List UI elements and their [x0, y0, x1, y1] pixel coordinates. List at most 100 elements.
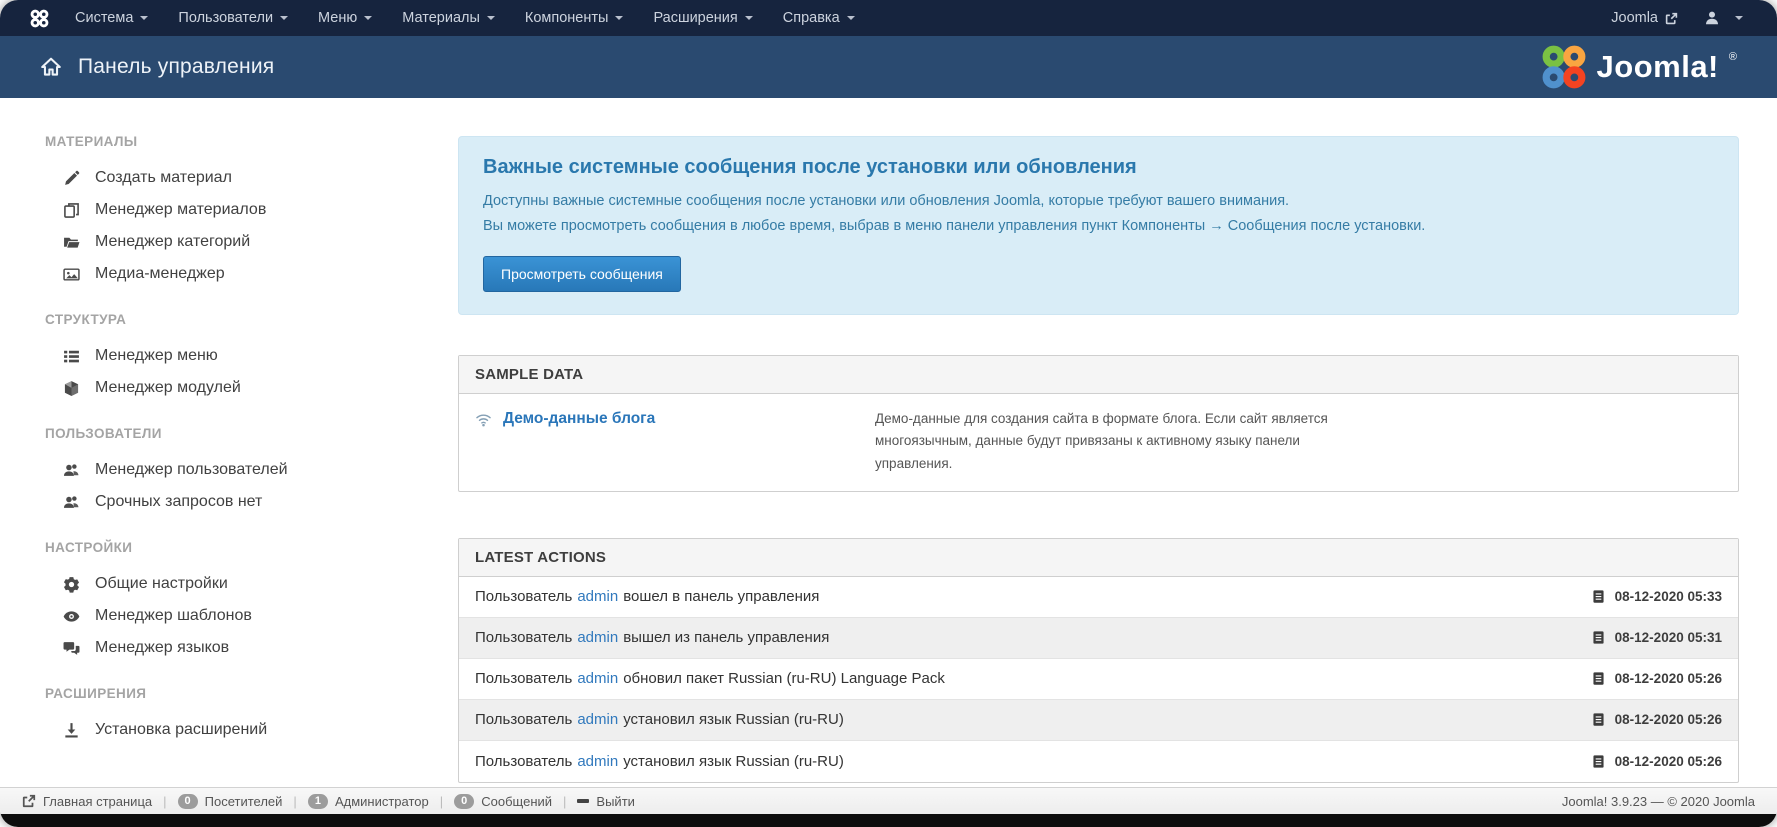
sidebar-section-users: ПОЛЬЗОВАТЕЛИ Менеджер пользователей Сроч…	[45, 426, 420, 518]
messages-count-badge: 0	[454, 794, 474, 809]
view-site-footer-link[interactable]: Главная страница	[22, 794, 152, 809]
sidebar-item-template-manager[interactable]: Менеджер шаблонов	[45, 600, 420, 632]
latest-actions-panel: LATEST ACTIONS Пользователь admin вошел …	[458, 538, 1739, 783]
menu-menus[interactable]: Меню	[318, 10, 372, 26]
sidebar-item-label: Менеджер пользователей	[95, 461, 288, 479]
sidebar-item-article-manager[interactable]: Менеджер материалов	[45, 194, 420, 226]
alert-text-line2: Вы можете просмотреть сообщения в любое …	[483, 218, 1714, 234]
sidebar-heading: НАСТРОЙКИ	[45, 540, 420, 555]
action-row: Пользователь admin установил язык Russia…	[459, 741, 1738, 782]
sidebar-item-module-manager[interactable]: Менеджер модулей	[45, 372, 420, 404]
sidebar-heading: МАТЕРИАЛЫ	[45, 134, 420, 149]
sidebar-item-label: Создать материал	[95, 169, 232, 187]
admin-sidebar: МАТЕРИАЛЫ Создать материал Менеджер мате…	[0, 98, 420, 827]
menu-components[interactable]: Компоненты	[525, 10, 624, 26]
alert-title: Важные системные сообщения после установ…	[483, 156, 1714, 179]
logout-link[interactable]: Выйти	[577, 794, 635, 809]
action-row: Пользователь admin установил язык Russia…	[459, 700, 1738, 741]
user-link[interactable]: admin	[577, 670, 618, 687]
sidebar-item-label: Менеджер модулей	[95, 379, 241, 397]
chevron-down-icon	[1735, 16, 1743, 20]
sidebar-heading: ПОЛЬЗОВАТЕЛИ	[45, 426, 420, 441]
sidebar-item-category-manager[interactable]: Менеджер категорий	[45, 226, 420, 258]
chevron-down-icon	[280, 16, 288, 20]
action-timestamp: 08-12-2020 05:33	[1615, 589, 1722, 604]
cube-icon	[62, 380, 80, 397]
sample-data-row: Демо-данные блога Демо-данные для создан…	[459, 394, 1738, 491]
external-link-icon	[1665, 12, 1678, 25]
journal-icon	[1591, 589, 1606, 604]
menu-help[interactable]: Справка	[783, 10, 855, 26]
sidebar-item-label: Менеджер шаблонов	[95, 607, 252, 625]
admins-stat[interactable]: 1 Администратор	[308, 794, 429, 809]
sidebar-item-label: Медиа-менеджер	[95, 265, 225, 283]
journal-icon	[1591, 712, 1606, 727]
user-account-menu[interactable]	[1704, 10, 1743, 26]
logo-registered-mark: ®	[1729, 51, 1737, 63]
list-icon	[62, 348, 80, 365]
sidebar-heading: РАСШИРЕНИЯ	[45, 686, 420, 701]
page-title: Панель управления	[78, 55, 274, 79]
action-timestamp: 08-12-2020 05:26	[1615, 712, 1722, 727]
users-icon	[62, 462, 80, 479]
sidebar-item-user-manager[interactable]: Менеджер пользователей	[45, 454, 420, 486]
menu-system[interactable]: Система	[75, 10, 148, 26]
menu-users[interactable]: Пользователи	[178, 10, 288, 26]
menu-content[interactable]: Материалы	[402, 10, 495, 26]
chevron-down-icon	[364, 16, 372, 20]
visitors-stat[interactable]: 0 Посетителей	[178, 794, 283, 809]
sidebar-item-privacy-requests[interactable]: Срочных запросов нет	[45, 486, 420, 518]
journal-icon	[1591, 671, 1606, 686]
alert-text-line1: Доступны важные системные сообщения посл…	[483, 193, 1714, 209]
blog-sample-data-link[interactable]: Демо-данные блога	[503, 410, 655, 428]
action-row: Пользователь admin вышел из панель управ…	[459, 618, 1738, 659]
sidebar-item-label: Общие настройки	[95, 575, 228, 593]
sidebar-item-new-article[interactable]: Создать материал	[45, 162, 420, 194]
messages-stat[interactable]: 0 Сообщений	[454, 794, 552, 809]
menu-extensions[interactable]: Расширения	[653, 10, 752, 26]
gear-icon	[62, 576, 80, 593]
sidebar-item-language-manager[interactable]: Менеджер языков	[45, 632, 420, 664]
journal-icon	[1591, 630, 1606, 645]
chevron-down-icon	[487, 16, 495, 20]
joomla-admin-window: Система Пользователи Меню Материалы Комп…	[0, 0, 1777, 827]
user-link[interactable]: admin	[577, 753, 618, 770]
chevron-down-icon	[140, 16, 148, 20]
chevron-down-icon	[745, 16, 753, 20]
user-link[interactable]: admin	[577, 711, 618, 728]
chevron-down-icon	[847, 16, 855, 20]
media-image-icon	[62, 266, 80, 283]
window-bottom-strip	[0, 814, 1777, 827]
wifi-icon	[475, 411, 492, 428]
action-timestamp: 08-12-2020 05:31	[1615, 630, 1722, 645]
external-link-icon	[22, 794, 36, 808]
admin-menu-bar: Система Пользователи Меню Материалы Комп…	[0, 0, 1777, 36]
logout-icon	[577, 799, 589, 803]
main-content: Важные системные сообщения после установ…	[420, 98, 1777, 827]
sample-data-panel: SAMPLE DATA Демо-данные блога Демо-данны…	[458, 355, 1739, 492]
users-icon	[62, 494, 80, 511]
action-row: Пользователь admin вошел в панель управл…	[459, 577, 1738, 618]
folder-icon	[62, 234, 80, 251]
sample-data-description: Демо-данные для создания сайта в формате…	[875, 408, 1345, 475]
sidebar-item-label: Менеджер категорий	[95, 233, 250, 251]
joomla-logo-icon	[1541, 44, 1587, 90]
action-timestamp: 08-12-2020 05:26	[1615, 671, 1722, 686]
chevron-down-icon	[615, 16, 623, 20]
sidebar-item-install-extensions[interactable]: Установка расширений	[45, 714, 420, 746]
sidebar-item-menu-manager[interactable]: Менеджер меню	[45, 340, 420, 372]
sidebar-section-structure: СТРУКТУРА Менеджер меню Менеджер модулей	[45, 312, 420, 404]
view-site-link[interactable]: Joomla	[1611, 10, 1678, 26]
journal-icon	[1591, 754, 1606, 769]
action-timestamp: 08-12-2020 05:26	[1615, 754, 1722, 769]
sidebar-item-label: Менеджер материалов	[95, 201, 266, 219]
sidebar-item-global-configuration[interactable]: Общие настройки	[45, 568, 420, 600]
sidebar-section-extensions: РАСШИРЕНИЯ Установка расширений	[45, 686, 420, 746]
comments-icon	[62, 640, 80, 657]
user-link[interactable]: admin	[577, 629, 618, 646]
user-link[interactable]: admin	[577, 588, 618, 605]
review-messages-button[interactable]: Просмотреть сообщения	[483, 256, 681, 292]
logo-text: Joomla!	[1597, 49, 1719, 85]
sidebar-section-content: МАТЕРИАЛЫ Создать материал Менеджер мате…	[45, 134, 420, 290]
sidebar-item-media-manager[interactable]: Медиа-менеджер	[45, 258, 420, 290]
